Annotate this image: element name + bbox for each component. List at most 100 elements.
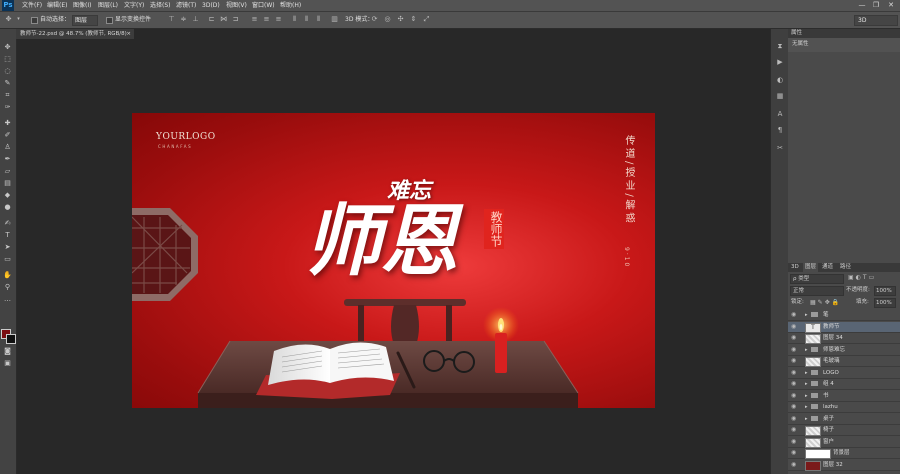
distribute-middle-icon[interactable]: ≡ [262,15,271,24]
menu-layer[interactable]: 图层(L) [98,0,118,11]
dodge-tool-icon[interactable]: ● [2,203,13,212]
layer-row[interactable]: ◉ ▸ lazhu [788,402,900,413]
align-top-icon[interactable]: ⊤ [167,15,176,24]
history-brush-icon[interactable]: ✒ [2,155,13,164]
close-icon[interactable]: ✕ [886,1,896,9]
layer-row[interactable]: ◉ ▸ 组 4 [788,379,900,390]
visibility-eye-icon[interactable]: ◉ [791,404,796,410]
blur-tool-icon[interactable]: ◆ [2,191,13,200]
chevron-down-icon[interactable]: ▾ [14,15,23,24]
menu-window[interactable]: 窗口(W) [252,0,275,11]
scale-3d-icon[interactable]: ⤢ [422,15,431,24]
tab-layers[interactable]: 图层 [803,263,819,272]
tools-preset-icon[interactable]: ✂ [775,143,785,153]
menu-select[interactable]: 选择(S) [150,0,171,11]
workspace-dropdown[interactable]: 3D [854,15,898,26]
align-bottom-icon[interactable]: ⊥ [191,15,200,24]
expand-triangle-icon[interactable]: ▸ [805,380,808,388]
layer-row[interactable]: ◉ ▸ LOGO [788,367,900,379]
eraser-tool-icon[interactable]: ▱ [2,167,13,176]
actions-panel-icon[interactable]: ▶ [775,57,785,67]
paragraph-panel-icon[interactable]: ¶ [775,125,785,135]
rotate-3d-icon[interactable]: ⟳ [370,15,379,24]
visibility-eye-icon[interactable]: ◉ [791,312,796,318]
visibility-eye-icon[interactable]: ◉ [791,335,796,341]
quick-select-tool-icon[interactable]: ✎ [2,79,13,88]
styles-panel-icon[interactable]: ▦ [775,91,785,101]
more-tools-icon[interactable]: … [2,295,13,304]
layer-filter-dropdown[interactable]: ρ 类型 [790,274,844,284]
menu-edit[interactable]: 编辑(E) [47,0,67,11]
document-canvas[interactable]: YOURLOGO CHANAFAS 难忘 师恩 教师节 传道/授业/解惑 9·1… [132,113,655,408]
zoom-tool-icon[interactable]: ⚲ [2,283,13,292]
layer-row[interactable]: ◉ ▸ 笔 [788,310,900,321]
visibility-eye-icon[interactable]: ◉ [791,461,796,468]
visibility-eye-icon[interactable]: ◉ [791,438,796,445]
align-right-icon[interactable]: ⊐ [231,15,240,24]
lock-icons[interactable]: ▦✎✥🔒 [810,298,841,307]
blend-mode-dropdown[interactable]: 正常 [790,286,844,296]
show-transform-checkbox[interactable] [106,17,113,24]
expand-triangle-icon[interactable]: ▸ [805,311,808,319]
type-tool-icon[interactable]: T [2,231,13,240]
properties-tab[interactable]: 属性 [791,29,802,38]
fill-field[interactable]: 100% [874,298,896,308]
layer-row[interactable]: ◉ 图层 32 [788,459,900,471]
expand-triangle-icon[interactable]: ▸ [805,346,808,354]
align-middle-icon[interactable]: ≑ [179,15,188,24]
layer-row[interactable]: ◉ ▸ 书 [788,390,900,402]
auto-select-dropdown[interactable]: 图层 [72,15,98,26]
menu-image[interactable]: 图像(I) [73,0,91,11]
auto-align-icon[interactable]: ▥ [330,15,339,24]
visibility-eye-icon[interactable]: ◉ [791,381,796,387]
lasso-tool-icon[interactable]: ◌ [2,67,13,76]
tab-paths[interactable]: 路径 [840,263,851,272]
expand-triangle-icon[interactable]: ▸ [805,392,808,400]
history-panel-icon[interactable]: ⧗ [775,41,785,51]
adjustments-panel-icon[interactable]: ◐ [775,75,785,85]
distribute-top-icon[interactable]: ≡ [250,15,259,24]
close-tab-icon[interactable]: × [126,29,131,39]
slide-3d-icon[interactable]: ⇕ [409,15,418,24]
layer-row[interactable]: ◉ 背景层 [788,448,900,459]
layer-row[interactable]: ◉ ▸ 桌子 [788,413,900,425]
visibility-eye-icon[interactable]: ◉ [791,358,796,364]
visibility-eye-icon[interactable]: ◉ [791,346,796,353]
quick-mask-icon[interactable]: ◙ [2,347,13,356]
align-center-icon[interactable]: ⋈ [219,15,228,24]
eyedropper-tool-icon[interactable]: ✑ [2,103,13,112]
menu-help[interactable]: 帮助(H) [280,0,301,11]
distribute-right-icon[interactable]: ⦀ [314,15,323,24]
menu-filter[interactable]: 滤镜(T) [176,0,196,11]
layer-row[interactable]: ◉ 椅子 [788,425,900,436]
distribute-center-icon[interactable]: ⦀ [302,15,311,24]
distribute-left-icon[interactable]: ⦀ [290,15,299,24]
tab-channels[interactable]: 通道 [822,263,833,272]
align-left-icon[interactable]: ⊏ [207,15,216,24]
gradient-tool-icon[interactable]: ▤ [2,179,13,188]
layer-row[interactable]: ◉ 窗户 [788,436,900,448]
expand-triangle-icon[interactable]: ▸ [805,369,808,377]
menu-view[interactable]: 视图(V) [226,0,247,11]
restore-icon[interactable]: ❐ [871,1,881,9]
background-color-swatch[interactable] [6,334,16,344]
screen-mode-icon[interactable]: ▣ [2,359,13,368]
menu-type[interactable]: 文字(Y) [124,0,144,11]
minimize-icon[interactable]: — [857,1,867,9]
menu-file[interactable]: 文件(F) [22,0,42,11]
visibility-eye-icon[interactable]: ◉ [791,427,796,433]
menu-3d[interactable]: 3D(D) [202,0,220,11]
layer-row[interactable]: ◉ T 教师节 [788,321,900,333]
drag-3d-icon[interactable]: ✣ [396,15,405,24]
move-tool-icon[interactable]: ✥ [2,43,13,52]
character-panel-icon[interactable]: A [775,109,785,119]
distribute-bottom-icon[interactable]: ≡ [274,15,283,24]
path-select-icon[interactable]: ➤ [2,243,13,252]
document-tab[interactable]: 教师节-22.psd @ 48.7% (教师节, RGB/8) × [16,29,134,39]
crop-tool-icon[interactable]: ⌗ [2,91,13,100]
brush-tool-icon[interactable]: ✐ [2,131,13,140]
hand-tool-icon[interactable]: ✋ [2,271,13,280]
stamp-tool-icon[interactable]: ♙ [2,143,13,152]
marquee-tool-icon[interactable]: ⬚ [2,55,13,64]
layer-row[interactable]: ◉ 毛玻璃 [788,356,900,367]
